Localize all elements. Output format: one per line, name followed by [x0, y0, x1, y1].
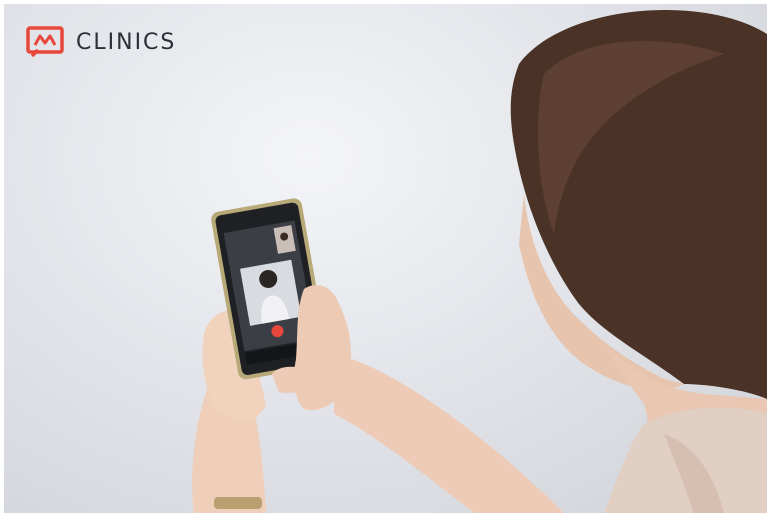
brand-name: CLINICS	[76, 29, 177, 55]
scene-illustration	[192, 9, 767, 513]
chat-bubble-m-logo-icon	[26, 26, 64, 58]
bracelet	[214, 497, 262, 509]
brand-logo: CLINICS	[26, 26, 176, 58]
forearm	[334, 354, 564, 513]
photo-frame: CLINICS	[4, 4, 767, 513]
